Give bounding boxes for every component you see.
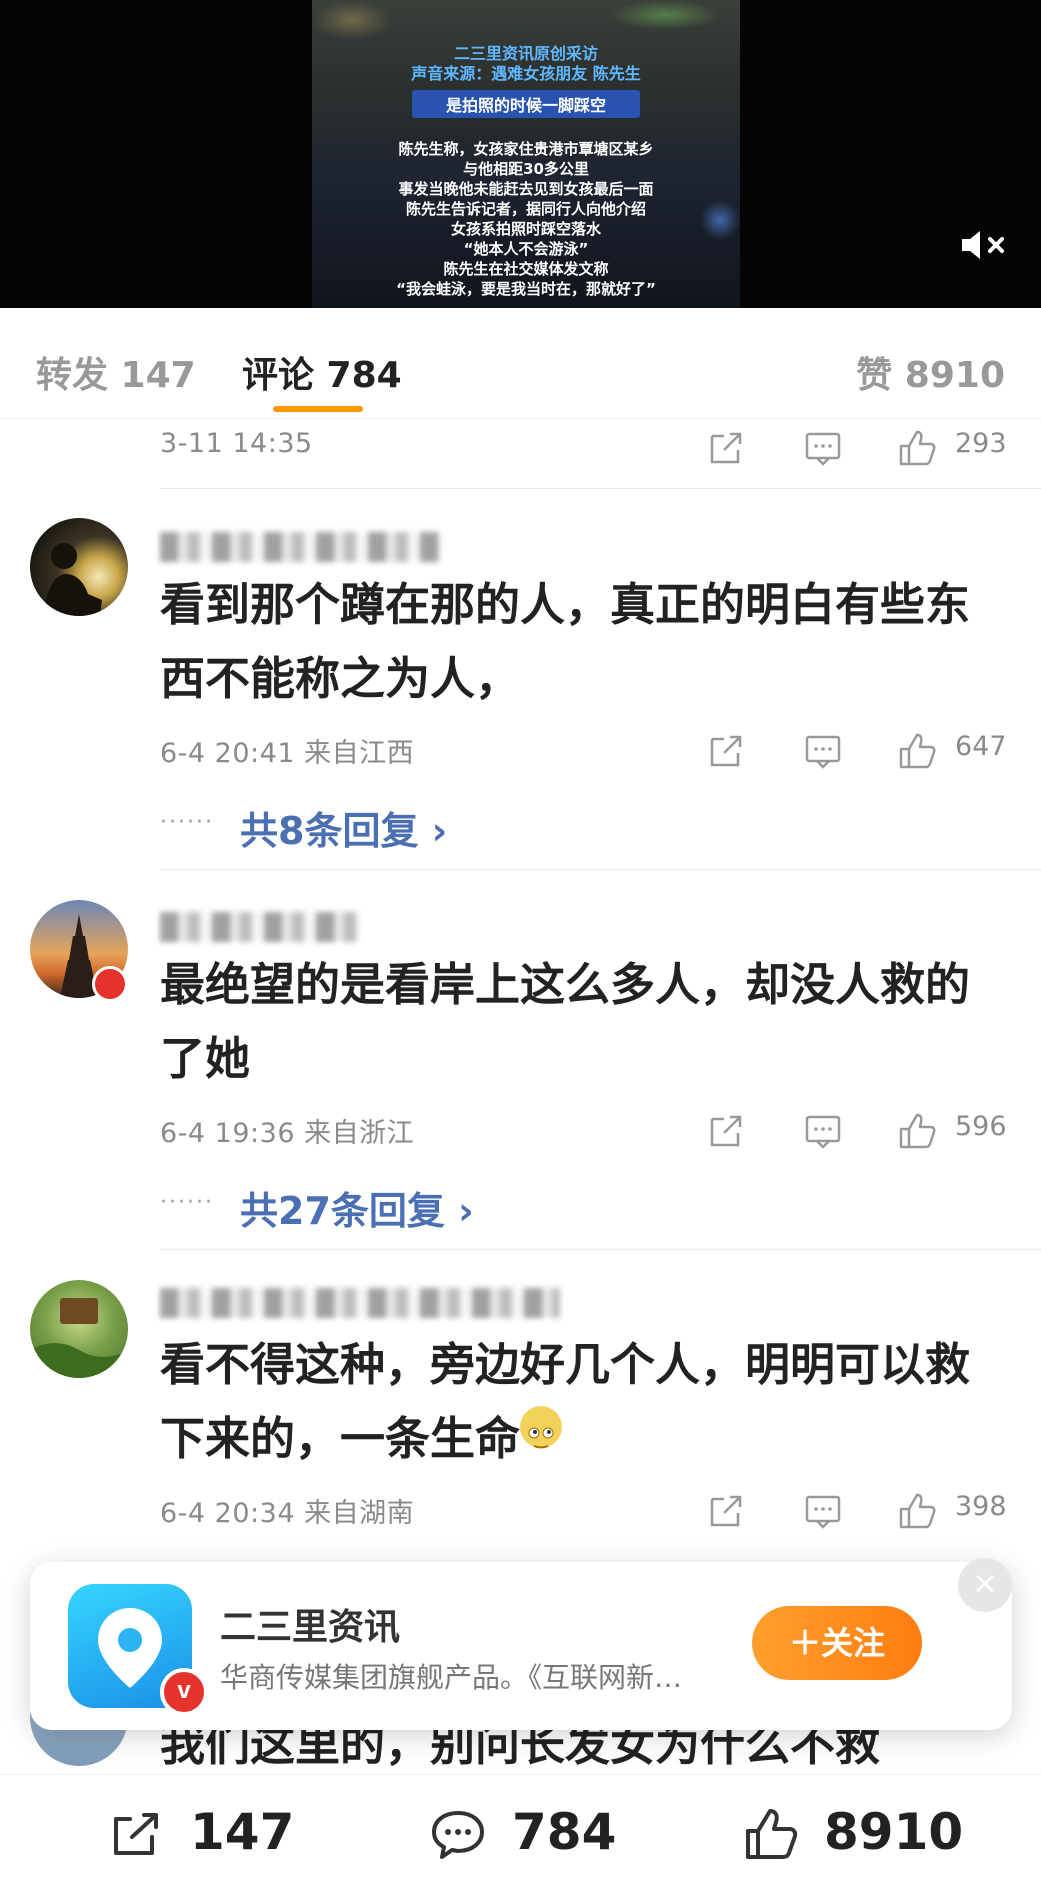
video-caption-voice: 声音来源：遇难女孩朋友 陈先生 (411, 64, 641, 83)
comment-time: 3-11 14:35 (160, 428, 313, 459)
replies-dots: ······ (160, 1190, 214, 1215)
emoji-icon (520, 1406, 563, 1449)
video-caption-line: 女孩系拍照时踩空落水 (450, 220, 601, 238)
comment-icon[interactable] (803, 1111, 843, 1151)
comment-meta-row: 3-11 14:35 293 (160, 428, 1011, 468)
video-frame: 二三里资讯原创采访 声音来源：遇难女孩朋友 陈先生 是拍照的时候一脚踩空 陈先生… (312, 0, 740, 308)
mute-icon[interactable] (958, 225, 1008, 265)
replies-label[interactable]: 共27条回复 › (240, 1180, 474, 1235)
video-caption-line: “她本人不会游泳” (463, 240, 589, 258)
username-blurred[interactable] (160, 912, 360, 942)
thumbs-up-icon[interactable] (897, 1111, 937, 1151)
like-count: 398 (955, 1491, 1007, 1522)
video-caption-line: 陈先生告诉记者，据同行人向他介绍 (405, 200, 646, 218)
avatar[interactable] (30, 1280, 128, 1378)
follow-card[interactable]: v 二三里资讯 华商传媒集团旗舰产品。《互联网新… ＋关注 (30, 1562, 1012, 1730)
comment-icon[interactable] (803, 428, 843, 468)
divider (160, 869, 1041, 870)
comment-text: 看到那个蹲在那的人，真正的明白有些东西不能称之为人， (160, 578, 971, 705)
like-count: 293 (955, 428, 1007, 459)
video-caption-highlight: 是拍照的时候一脚踩空 (412, 90, 640, 118)
replies-label[interactable]: 共8条回复 › (240, 800, 447, 855)
share-icon (114, 1813, 158, 1855)
account-description: 华商传媒集团旗舰产品。《互联网新… (220, 1661, 683, 1694)
comment-text: 看不得这种，旁边好几个人，明明可以救下来的，一条生命 (160, 1328, 1010, 1476)
tab-bar: 转发 147 评论 784 赞 8910 (0, 308, 1041, 419)
comment-text: 最绝望的是看岸上这么多人，却没人救的了她 (160, 958, 971, 1085)
comment-meta-row: 6-4 20:41 来自江西 647 (160, 731, 1011, 771)
video-caption-line: 与他相距30多公里 (463, 160, 589, 178)
tab-comment[interactable]: 评论 784 (242, 346, 402, 398)
comment-meta-row: 6-4 19:36 来自浙江 596 (160, 1111, 1011, 1151)
follow-button[interactable]: ＋关注 (752, 1606, 922, 1680)
thumbs-up-icon[interactable] (897, 731, 937, 771)
username-blurred[interactable] (160, 532, 440, 562)
video-caption-line: “我会蛙泳，要是我当时在，那就好了” (396, 280, 656, 298)
share-icon[interactable] (706, 1491, 746, 1531)
divider (160, 488, 1041, 489)
like-count: 596 (955, 1111, 1007, 1142)
close-icon[interactable]: × (958, 1558, 1012, 1612)
video-caption-line: 陈先生称，女孩家住贵港市覃塘区某乡 (398, 140, 654, 158)
repost-count: 147 (190, 1803, 295, 1861)
tab-repost[interactable]: 转发 147 (36, 346, 196, 398)
share-icon[interactable] (706, 428, 746, 468)
bottom-action-bar: 147 784 8910 (0, 1774, 1041, 1888)
comment-time-location: 6-4 19:36 来自浙江 (160, 1118, 415, 1149)
tab-like[interactable]: 赞 8910 (856, 346, 1005, 398)
comment-icon[interactable] (803, 1491, 843, 1531)
account-name[interactable]: 二三里资讯 (220, 1598, 400, 1650)
divider (160, 1249, 1041, 1250)
verified-badge-icon (92, 966, 128, 1002)
comment-text-content: 看不得这种，旁边好几个人，明明可以救下来的，一条生命 (160, 1338, 971, 1465)
username-blurred[interactable] (160, 1288, 560, 1318)
avatar[interactable] (30, 518, 128, 616)
share-icon[interactable] (706, 731, 746, 771)
thumbs-up-icon[interactable] (897, 1491, 937, 1531)
thumbs-up-icon (746, 1809, 798, 1859)
comment-time-location: 6-4 20:41 来自江西 (160, 738, 415, 769)
comment-icon (432, 1811, 484, 1859)
tab-active-indicator (273, 406, 363, 412)
comment-icon[interactable] (803, 731, 843, 771)
comment-count: 784 (512, 1803, 617, 1861)
verified-badge-icon: v (160, 1668, 208, 1716)
like-count: 647 (955, 731, 1007, 762)
comment-time-location: 6-4 20:34 来自湖南 (160, 1498, 415, 1529)
replies-dots: ······ (160, 810, 214, 835)
video-caption-line: 事发当晚他未能赶去见到女孩最后一面 (398, 180, 654, 198)
video-caption-line: 陈先生在社交媒体发文称 (443, 260, 609, 278)
share-icon[interactable] (706, 1111, 746, 1151)
comment-meta-row: 6-4 20:34 来自湖南 398 (160, 1491, 1011, 1531)
like-count: 8910 (824, 1803, 964, 1861)
video-player[interactable]: 二三里资讯原创采访 声音来源：遇难女孩朋友 陈先生 是拍照的时候一脚踩空 陈先生… (0, 0, 1041, 308)
thumbs-up-icon[interactable] (897, 428, 937, 468)
